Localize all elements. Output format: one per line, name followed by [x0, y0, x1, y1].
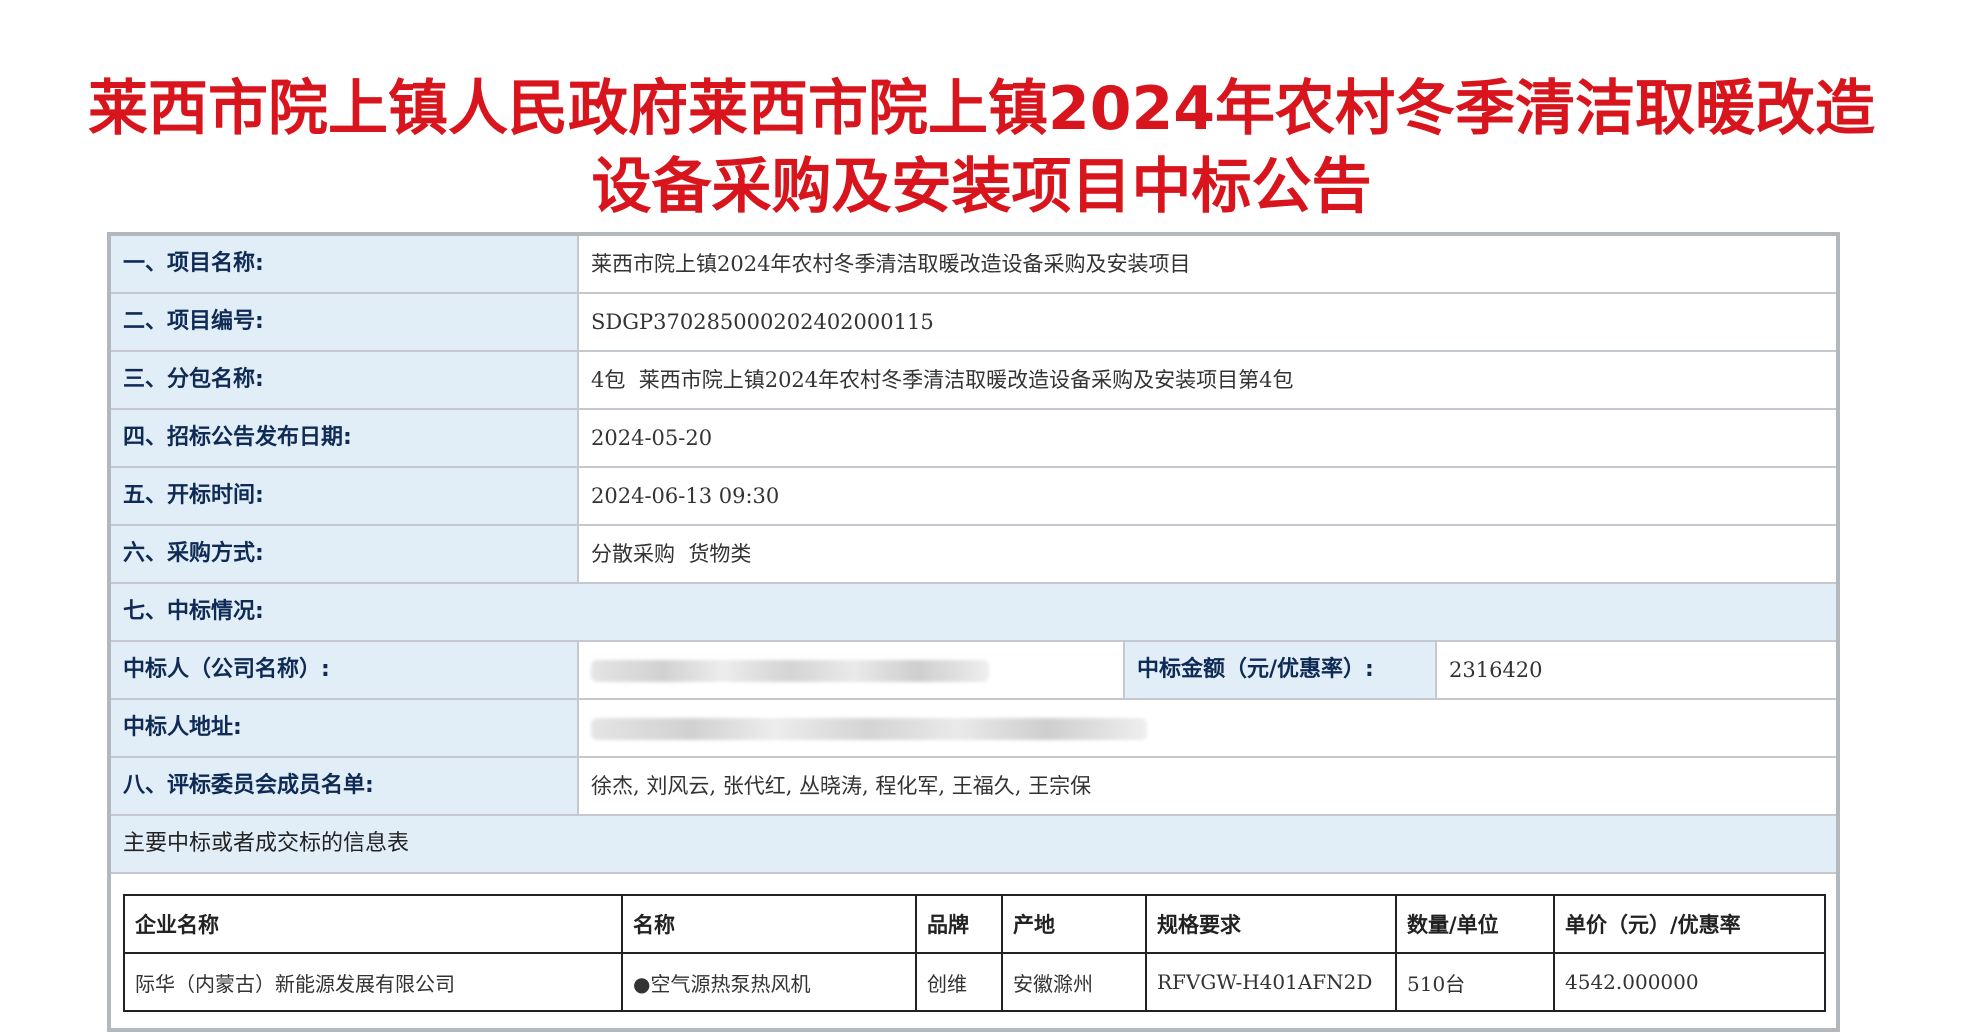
items-caption-row: 主要中标或者成交标的信息表 — [111, 816, 1836, 874]
award-amount-value: 2316420 — [1435, 642, 1836, 698]
bid-opening-row: 五、开标时间: 2024-06-13 09:30 — [111, 468, 1836, 526]
committee-label: 八、评标委员会成员名单: — [111, 758, 577, 814]
cell-item-name: ●空气源热泵热风机 — [621, 952, 917, 1012]
cell-unit-price: 4542.000000 — [1553, 952, 1826, 1012]
column-header-brand: 品牌 — [915, 894, 1003, 954]
package-name-row: 三、分包名称: 4包 莱西市院上镇2024年农村冬季清洁取暖改造设备采购及安装项… — [111, 352, 1836, 410]
procurement-method-label: 六、采购方式: — [111, 526, 577, 582]
winner-address-value — [577, 700, 1836, 756]
column-header-company: 企业名称 — [123, 894, 623, 954]
redacted-address — [591, 718, 1147, 740]
redacted-company-name — [591, 660, 989, 682]
project-name-row: 一、项目名称: 莱西市院上镇2024年农村冬季清洁取暖改造设备采购及安装项目 — [111, 236, 1836, 294]
column-header-origin: 产地 — [1001, 894, 1147, 954]
procurement-method-row: 六、采购方式: 分散采购 货物类 — [111, 526, 1836, 584]
column-header-quantity: 数量/单位 — [1395, 894, 1555, 954]
committee-members: 徐杰, 刘风云, 张代红, 丛晓涛, 程化军, 王福久, 王宗保 — [577, 758, 1836, 814]
items-table-wrapper: 企业名称 名称 品牌 产地 规格要求 数量/单位 单价（元）/优惠率 际华（内蒙… — [123, 894, 1826, 1012]
award-section-row: 七、中标情况: — [111, 584, 1836, 642]
cell-quantity: 510台 — [1395, 952, 1555, 1012]
page-title: 莱西市院上镇人民政府莱西市院上镇2024年农村冬季清洁取暖改造 设备采购及安装项… — [0, 70, 1963, 226]
column-header-spec: 规格要求 — [1145, 894, 1397, 954]
title-line-1: 莱西市院上镇人民政府莱西市院上镇2024年农村冬季清洁取暖改造 — [88, 74, 1875, 145]
award-section-label: 七、中标情况: — [111, 584, 1836, 640]
bid-opening-label: 五、开标时间: — [111, 468, 577, 524]
publish-date-row: 四、招标公告发布日期: 2024-05-20 — [111, 410, 1836, 468]
cell-spec: RFVGW-H401AFN2D — [1145, 952, 1397, 1012]
publish-date-label: 四、招标公告发布日期: — [111, 410, 577, 466]
package-name-value: 4包 莱西市院上镇2024年农村冬季清洁取暖改造设备采购及安装项目第4包 — [577, 352, 1836, 408]
announcement-table: 一、项目名称: 莱西市院上镇2024年农村冬季清洁取暖改造设备采购及安装项目 二… — [107, 232, 1840, 1032]
items-table-caption: 主要中标或者成交标的信息表 — [111, 816, 1836, 872]
committee-row: 八、评标委员会成员名单: 徐杰, 刘风云, 张代红, 丛晓涛, 程化军, 王福久… — [111, 758, 1836, 816]
project-name-label: 一、项目名称: — [111, 236, 577, 292]
project-number-value: SDGP370285000202402000115 — [577, 294, 1836, 350]
winner-value — [577, 642, 1123, 698]
column-header-unit-price: 单价（元）/优惠率 — [1553, 894, 1826, 954]
cell-company: 际华（内蒙古）新能源发展有限公司 — [123, 952, 623, 1012]
winner-address-label: 中标人地址: — [111, 700, 577, 756]
bid-opening-value: 2024-06-13 09:30 — [577, 468, 1836, 524]
items-table: 企业名称 名称 品牌 产地 规格要求 数量/单位 单价（元）/优惠率 际华（内蒙… — [123, 894, 1826, 1012]
project-number-row: 二、项目编号: SDGP370285000202402000115 — [111, 294, 1836, 352]
procurement-method-value: 分散采购 货物类 — [577, 526, 1836, 582]
items-table-header-row: 企业名称 名称 品牌 产地 规格要求 数量/单位 单价（元）/优惠率 — [123, 894, 1826, 954]
title-line-2: 设备采购及安装项目中标公告 — [591, 152, 1372, 223]
cell-origin: 安徽滁州 — [1001, 952, 1147, 1012]
winner-row: 中标人（公司名称）: 中标金额（元/优惠率）: 2316420 — [111, 642, 1836, 700]
table-row: 际华（内蒙古）新能源发展有限公司 ●空气源热泵热风机 创维 安徽滁州 RFVGW… — [123, 952, 1826, 1012]
publish-date-value: 2024-05-20 — [577, 410, 1836, 466]
column-header-item-name: 名称 — [621, 894, 917, 954]
award-amount-label: 中标金额（元/优惠率）: — [1123, 642, 1435, 698]
cell-brand: 创维 — [915, 952, 1003, 1012]
project-name-value: 莱西市院上镇2024年农村冬季清洁取暖改造设备采购及安装项目 — [577, 236, 1836, 292]
winner-label: 中标人（公司名称）: — [111, 642, 577, 698]
package-name-label: 三、分包名称: — [111, 352, 577, 408]
project-number-label: 二、项目编号: — [111, 294, 577, 350]
winner-address-row: 中标人地址: — [111, 700, 1836, 758]
